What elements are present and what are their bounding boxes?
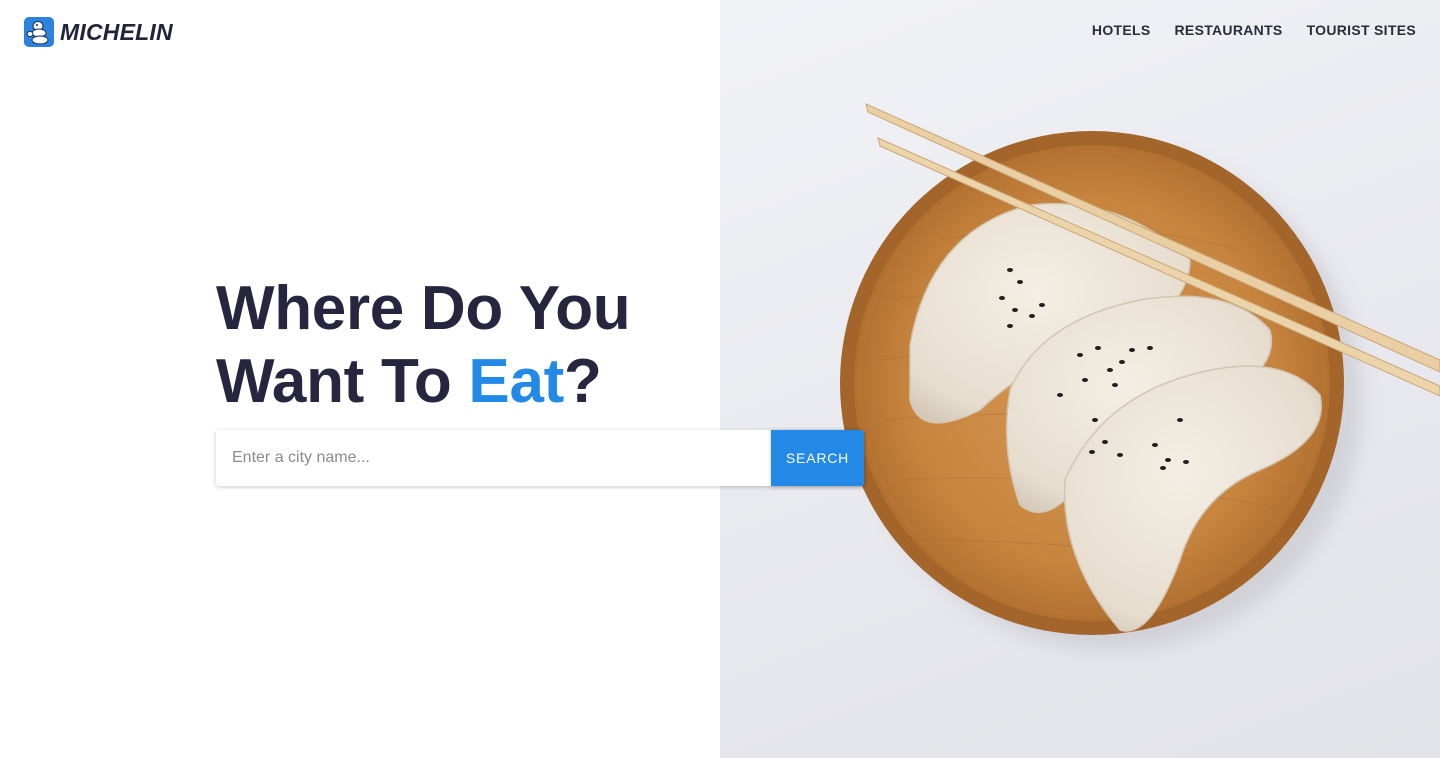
michelin-man-icon [24, 17, 54, 47]
search-button[interactable]: SEARCH [771, 430, 864, 486]
landing-page: MICHELIN HOTELS RESTAURANTS TOURIST SITE… [0, 0, 1440, 758]
brand-name: MICHELIN [60, 18, 173, 45]
headline-line-2-prefix: Want To [216, 347, 469, 416]
nav-hotels[interactable]: HOTELS [1092, 22, 1151, 38]
top-nav: HOTELS RESTAURANTS TOURIST SITES [1092, 22, 1416, 38]
headline-accent-word: Eat [468, 347, 565, 416]
headline-suffix: ? [564, 347, 602, 416]
city-search-input[interactable] [216, 430, 771, 486]
hero-food-image [720, 0, 1440, 758]
dumplings-plate-illustration [840, 103, 1440, 650]
michelin-logo[interactable]: MICHELIN [24, 17, 173, 47]
hero-headline: Where Do You Want To Eat? [216, 272, 631, 418]
headline-line-1: Where Do You [216, 274, 631, 343]
nav-tourist-sites[interactable]: TOURIST SITES [1307, 22, 1416, 38]
city-search-bar: SEARCH [216, 430, 864, 486]
nav-restaurants[interactable]: RESTAURANTS [1175, 22, 1283, 38]
